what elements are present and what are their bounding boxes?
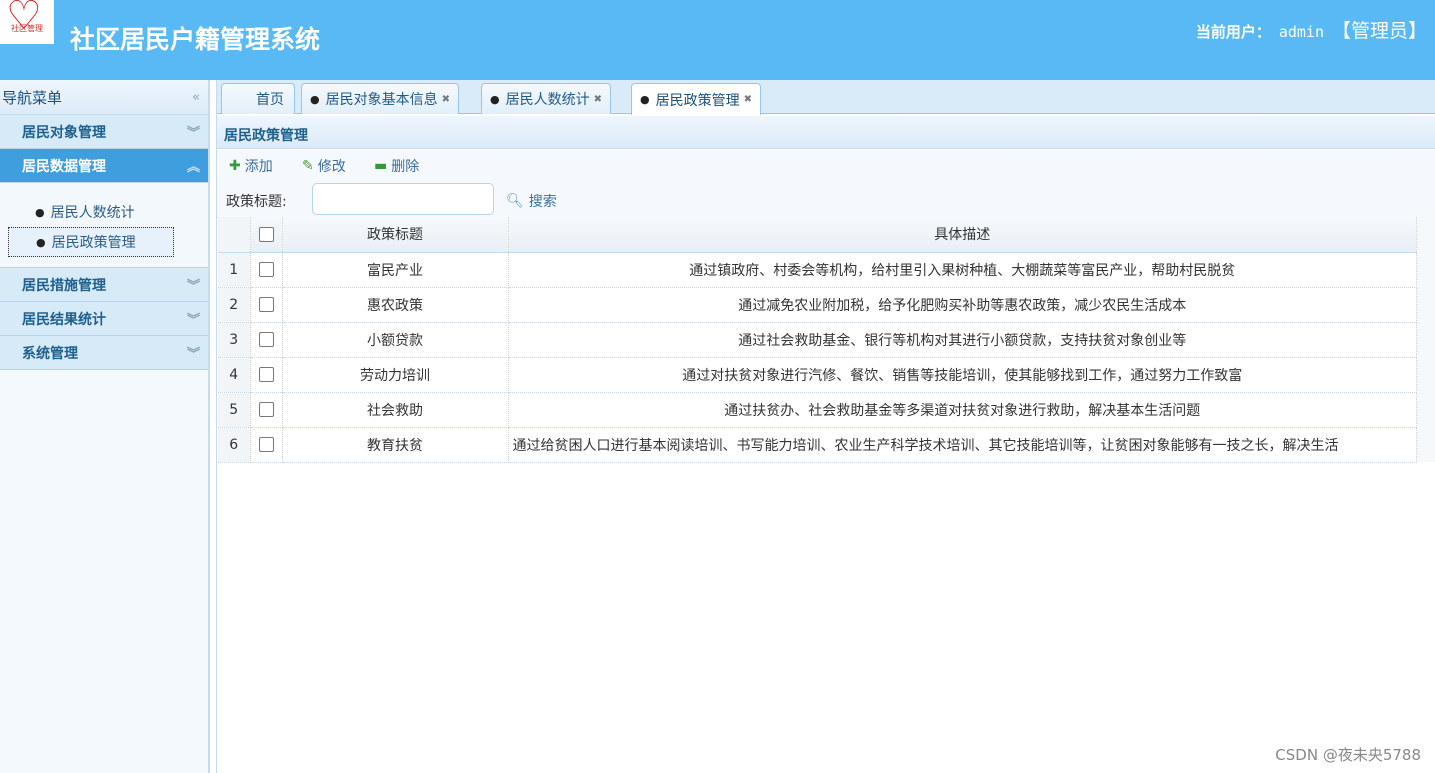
row-checkbox[interactable] — [258, 332, 274, 347]
panel-title: 居民政策管理 — [217, 116, 1435, 149]
row-checkbox[interactable] — [258, 262, 274, 277]
sidebar-group-residents[interactable]: 居民对象管理 ︾ — [0, 115, 208, 149]
policy-title-cell: 社会救助 — [282, 392, 509, 428]
user-icon: ● — [35, 205, 45, 219]
user-icon: ● — [640, 93, 650, 106]
search-icon: 🔍︎ — [506, 193, 524, 209]
sidebar-item-policy-management[interactable]: ● 居民政策管理 — [8, 227, 174, 257]
chevron-up-icon: ︽ — [186, 160, 200, 175]
sidebar-group-system[interactable]: 系统管理 ︾ — [0, 336, 208, 370]
collapse-sidebar-icon[interactable]: « — [192, 90, 200, 105]
row-checkbox[interactable] — [258, 437, 274, 452]
tab-resident-info[interactable]: ● 居民对象基本信息 ✖ — [301, 83, 459, 114]
policy-title-input[interactable] — [312, 183, 494, 215]
sidebar-header: 导航菜单 « — [0, 80, 208, 115]
sidebar-group-results[interactable]: 居民结果统计 ︾ — [0, 302, 208, 336]
chevron-down-icon: ︾ — [186, 279, 200, 294]
minus-icon: ▬ — [374, 158, 388, 174]
sidebar-submenu: ● 居民人数统计 ● 居民政策管理 — [0, 183, 208, 268]
sidebar-group-measures[interactable]: 居民措施管理 ︾ — [0, 268, 208, 302]
row-checkbox[interactable] — [258, 367, 274, 382]
user-icon: ● — [490, 92, 500, 106]
search-label: 政策标题: — [226, 194, 287, 210]
table-header: 政策标题 具体描述 — [218, 217, 1417, 253]
tab-bar: 首页 ● 居民对象基本信息 ✖ ● 居民人数统计 ✖ ● 居民政策管理 ✖ — [217, 80, 1435, 115]
close-icon[interactable]: ✖ — [744, 94, 752, 105]
current-user: 当前用户： admin 【管理员】 — [1195, 20, 1427, 42]
chevron-down-icon: ︾ — [186, 126, 200, 141]
add-button[interactable]: ✚ 添加 — [229, 156, 273, 176]
table-row[interactable]: 1 富民产业 通过镇政府、村委会等机构，给村里引入果树种植、大棚蔬菜等富民产业，… — [218, 252, 1417, 288]
delete-button[interactable]: ▬ 删除 — [374, 156, 419, 176]
row-number: 5 — [218, 392, 251, 428]
logo: ♡ 社区管理 — [0, 0, 54, 44]
tab-policy-management[interactable]: ● 居民政策管理 ✖ — [631, 83, 761, 115]
username: admin — [1278, 23, 1324, 41]
policy-title-cell: 小额贷款 — [282, 322, 509, 358]
watermark: CSDN @夜未央5788 — [1275, 746, 1421, 764]
table-row[interactable]: 5 社会救助 通过扶贫办、社会救助基金等多渠道对扶贫对象进行救助，解决基本生活问… — [218, 392, 1417, 428]
plus-icon: ✚ — [229, 158, 241, 174]
edit-button[interactable]: ✎ 修改 — [302, 156, 346, 176]
close-icon[interactable]: ✖ — [594, 94, 602, 105]
chevron-down-icon: ︾ — [186, 347, 200, 362]
app-header: ♡ 社区管理 社区居民户籍管理系统 当前用户： admin 【管理员】 — [0, 0, 1435, 80]
toolbar: ✚ 添加 ✎ 修改 ▬ 删除 政策标题: 🔍︎ 搜索 — [217, 150, 1435, 218]
policy-description-cell: 通过社会救助基金、银行等机构对其进行小额贷款，支持扶贫对象创业等 — [508, 322, 1417, 358]
policy-title-cell: 劳动力培训 — [282, 357, 509, 393]
policy-description-cell: 通过对扶贫对象进行汽修、餐饮、销售等技能培训，使其能够找到工作，通过努力工作致富 — [508, 357, 1417, 393]
policy-title-cell: 富民产业 — [282, 252, 509, 288]
row-checkbox[interactable] — [258, 402, 274, 417]
policy-description-cell: 通过扶贫办、社会救助基金等多渠道对扶贫对象进行救助，解决基本生活问题 — [508, 392, 1417, 428]
tab-home[interactable]: 首页 — [221, 83, 295, 114]
column-header-title[interactable]: 政策标题 — [282, 217, 509, 253]
user-icon: ● — [36, 235, 46, 249]
sidebar-group-data[interactable]: 居民数据管理 ︽ — [0, 149, 208, 183]
policy-description-cell: 通过镇政府、村委会等机构，给村里引入果树种植、大棚蔬菜等富民产业，帮助村民脱贫 — [508, 252, 1417, 288]
policy-description-cell: 通过减免农业附加税，给予化肥购买补助等惠农政策，减少农民生活成本 — [508, 287, 1417, 323]
user-role: 【管理员】 — [1331, 20, 1427, 42]
app-title: 社区居民户籍管理系统 — [70, 25, 321, 54]
policy-title-cell: 惠农政策 — [282, 287, 509, 323]
main-content: 首页 ● 居民对象基本信息 ✖ ● 居民人数统计 ✖ ● 居民政策管理 ✖ 居民政策管理 ✚… — [216, 80, 1435, 773]
search-button[interactable]: 🔍︎ 搜索 — [506, 191, 557, 211]
row-number: 6 — [218, 427, 251, 463]
policy-title-cell: 教育扶贫 — [282, 427, 509, 463]
table-row[interactable]: 3 小额贷款 通过社会救助基金、银行等机构对其进行小额贷款，支持扶贫对象创业等 — [218, 322, 1417, 358]
row-number: 1 — [218, 252, 251, 288]
table-scroll-area — [1417, 217, 1435, 462]
sidebar: 导航菜单 « 居民对象管理 ︾ 居民数据管理 ︽ ● 居民人数统计 ● 居民政策管理 居民… — [0, 80, 210, 773]
tab-population-stats[interactable]: ● 居民人数统计 ✖ — [481, 83, 611, 114]
row-number: 2 — [218, 287, 251, 323]
table-row[interactable]: 6 教育扶贫 通过给贫困人口进行基本阅读培训、书写能力培训、农业生产科学技术培训… — [218, 427, 1417, 463]
policy-table: 政策标题 具体描述 1 富民产业 通过镇政府、村委会等机构，给村里引入果树种植、… — [218, 217, 1417, 463]
row-checkbox[interactable] — [258, 297, 274, 312]
table-row[interactable]: 4 劳动力培训 通过对扶贫对象进行汽修、餐饮、销售等技能培训，使其能够找到工作，… — [218, 357, 1417, 393]
close-icon[interactable]: ✖ — [442, 94, 450, 105]
select-all-checkbox[interactable] — [258, 226, 274, 242]
chevron-down-icon: ︾ — [186, 313, 200, 328]
user-icon: ● — [310, 92, 320, 106]
pencil-icon: ✎ — [302, 158, 314, 174]
policy-description-cell: 通过给贫困人口进行基本阅读培训、书写能力培训、农业生产科学技术培训、其它技能培训… — [508, 427, 1417, 463]
sidebar-item-population-stats[interactable]: ● 居民人数统计 — [8, 197, 174, 227]
row-number: 4 — [218, 357, 251, 393]
column-header-description[interactable]: 具体描述 — [508, 217, 1417, 253]
table-row[interactable]: 2 惠农政策 通过减免农业附加税，给予化肥购买补助等惠农政策，减少农民生活成本 — [218, 287, 1417, 323]
row-number: 3 — [218, 322, 251, 358]
